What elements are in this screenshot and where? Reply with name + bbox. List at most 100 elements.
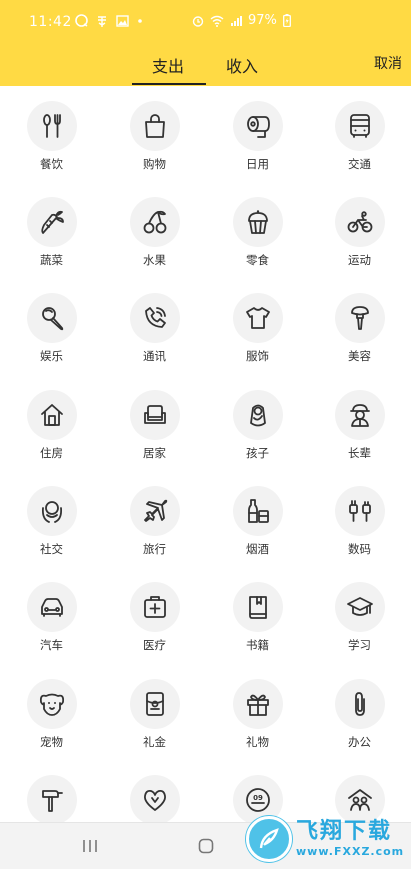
medical-kit-icon [130,582,180,632]
category-item[interactable]: 运动 [308,182,411,278]
makeup-brush-icon [335,293,385,343]
watermark-logo [246,815,292,862]
category-item[interactable]: 书籍 [206,567,309,663]
wifi-icon [210,15,224,27]
category-label: 宠物 [40,735,63,749]
category-item[interactable] [0,760,103,822]
watermark-text: 飞翔下载 www.FXXZ.com [296,819,404,858]
category-item[interactable]: 交通 [308,86,411,182]
book-icon [233,582,283,632]
app: 11:42 97% 支出 收入 取消 餐饮 购物 日用 交通蔬菜 水果 零食 运动娱乐 通讯 服… [0,0,411,869]
category-label: 水果 [143,253,166,267]
gallery-icon [116,14,129,27]
category-item[interactable]: 汽车 [0,567,103,663]
category-label: 礼金 [143,735,166,749]
cancel-button[interactable]: 取消 [374,53,402,73]
watermark-url: www.FXXZ.com [296,845,405,858]
dot-icon [138,18,142,23]
category-item[interactable]: 宠物 [0,664,103,760]
battery-level: 97% [248,13,277,28]
category-label: 住房 [40,446,63,460]
category-label: 礼物 [246,735,269,749]
system-icons: 97% [192,13,291,28]
phone-icon [130,293,180,343]
category-item[interactable]: 居家 [103,375,206,471]
category-item[interactable]: 礼物 [206,664,309,760]
category-item[interactable]: 办公 [308,664,411,760]
tab-expense[interactable]: 支出 [152,53,184,77]
category-label: 长辈 [348,446,371,460]
category-label: 数码 [348,542,371,556]
bus-icon [335,101,385,151]
category-label: 服饰 [246,349,269,363]
fork-knife-icon [27,101,77,151]
wine-bottle-icon [233,486,283,536]
hammer-icon [27,775,77,822]
category-item[interactable]: 娱乐 [0,278,103,374]
category-label: 烟酒 [246,542,269,556]
category-label: 运动 [348,253,371,267]
category-item[interactable]: 礼金 [103,664,206,760]
airplane-icon [130,486,180,536]
armchair-icon [130,390,180,440]
category-item[interactable] [103,760,206,822]
category-item[interactable]: 旅行 [103,471,206,567]
paperclip-icon [335,679,385,729]
category-label: 办公 [348,735,371,749]
recent-apps-button[interactable] [70,833,110,859]
status-bar: 11:42 97% [0,0,411,44]
app-notification-icon [98,15,106,27]
category-grid: 餐饮 购物 日用 交通蔬菜 水果 零食 运动娱乐 通讯 服饰 美容住房 居家 孩子 长辈社交 旅行 烟酒 数码… [0,86,411,822]
category-item[interactable]: 蔬菜 [0,182,103,278]
hug-icon [27,486,77,536]
category-label: 书籍 [246,638,269,652]
recent-apps-icon [83,840,97,852]
home-circle-icon [198,838,214,854]
category-label: 居家 [143,446,166,460]
graduation-cap-icon [335,582,385,632]
category-label: 汽车 [40,638,63,652]
category-item[interactable]: 住房 [0,375,103,471]
category-label: 美容 [348,349,371,363]
cupcake-icon [233,197,283,247]
category-item[interactable]: 服饰 [206,278,309,374]
category-item[interactable]: 医疗 [103,567,206,663]
category-item[interactable]: 烟酒 [206,471,309,567]
signal-icon [231,15,242,26]
category-item[interactable]: 美容 [308,278,411,374]
category-label: 日用 [246,157,269,171]
category-item[interactable]: 通讯 [103,278,206,374]
category-label: 旅行 [143,542,166,556]
notification-icons [75,14,142,27]
category-item[interactable]: 餐饮 [0,86,103,182]
category-label: 零食 [246,253,269,267]
category-item[interactable]: 零食 [206,182,309,278]
svg-text:09: 09 [253,794,263,802]
watermark: 飞翔下载 www.FXXZ.com [246,808,411,869]
category-label: 学习 [348,638,371,652]
tshirt-icon [233,293,283,343]
category-label: 娱乐 [40,349,63,363]
shopping-bag-icon [130,101,180,151]
heart-icon [130,775,180,822]
category-item[interactable]: 水果 [103,182,206,278]
type-tabs: 支出 收入 取消 [0,44,411,86]
category-item[interactable]: 日用 [206,86,309,182]
elder-icon [335,390,385,440]
home-button[interactable] [186,833,226,859]
microphone-icon [27,293,77,343]
bicycle-icon [335,197,385,247]
category-item[interactable]: 购物 [103,86,206,182]
category-item[interactable]: 学习 [308,567,411,663]
feather-icon [259,827,279,848]
category-label: 医疗 [143,638,166,652]
category-item[interactable]: 社交 [0,471,103,567]
category-item[interactable]: 数码 [308,471,411,567]
category-item[interactable]: 孩子 [206,375,309,471]
tab-income[interactable]: 收入 [226,53,258,77]
header: 11:42 97% 支出 收入 取消 [0,0,411,86]
chat-icon [75,14,88,27]
cherry-icon [130,197,180,247]
category-item[interactable]: 长辈 [308,375,411,471]
plug-icon [335,486,385,536]
